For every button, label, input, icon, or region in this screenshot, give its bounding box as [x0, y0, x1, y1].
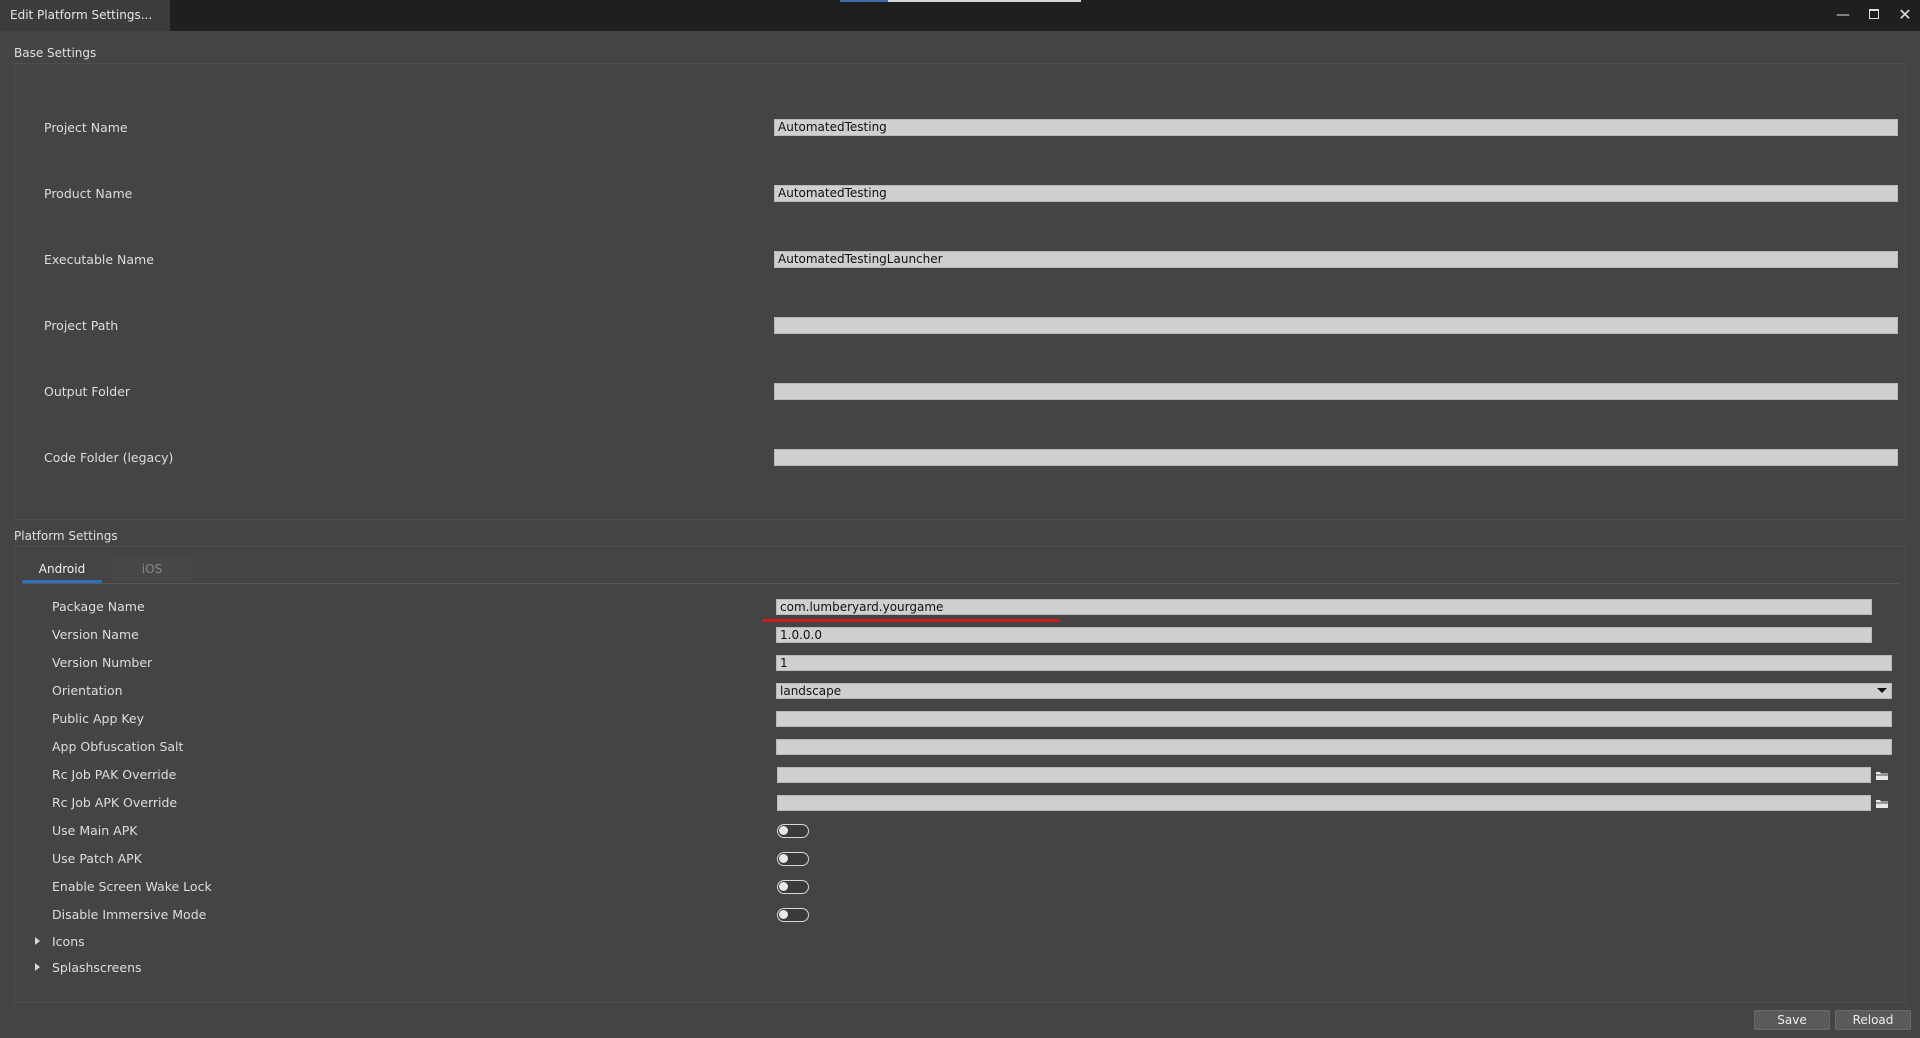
use-main-apk-toggle[interactable] [777, 824, 809, 838]
code-folder-label: Code Folder (legacy) [44, 450, 174, 465]
base-settings-title: Base Settings [14, 46, 97, 60]
base-settings-panel: Project Name AutomatedTesting Product Na… [14, 63, 1906, 520]
rc-job-pak-override-label: Rc Job PAK Override [52, 767, 177, 782]
version-name-field[interactable]: 1.0.0.0 [776, 627, 1872, 643]
executable-name-label: Executable Name [44, 252, 154, 267]
project-name-label: Project Name [44, 120, 128, 135]
code-folder-row: Code Folder (legacy) [15, 448, 1905, 468]
product-name-row: Product Name AutomatedTesting [15, 184, 1905, 204]
version-number-field[interactable]: 1 [776, 655, 1892, 671]
reload-button[interactable]: Reload [1835, 1010, 1911, 1030]
icons-label: Icons [52, 934, 85, 949]
package-name-label: Package Name [52, 599, 145, 614]
title-bar: Edit Platform Settings... — ✕ [0, 0, 1920, 31]
project-path-row: Project Path [15, 316, 1905, 336]
code-folder-field[interactable] [774, 449, 1898, 466]
tab-divider [22, 583, 1899, 584]
app-obfuscation-salt-label: App Obfuscation Salt [52, 739, 184, 754]
tab-ios[interactable]: iOS [112, 557, 192, 581]
title-bar-highlight [888, 0, 1081, 2]
enable-screen-wake-lock-label: Enable Screen Wake Lock [52, 879, 212, 894]
package-name-row: Package Name com.lumberyard.yourgame [15, 597, 1905, 617]
orientation-row: Orientation landscape [15, 681, 1905, 701]
app-obfuscation-salt-field[interactable] [776, 739, 1892, 755]
project-name-row: Project Name AutomatedTesting [15, 118, 1905, 138]
use-main-apk-label: Use Main APK [52, 823, 138, 838]
use-main-apk-row: Use Main APK [15, 821, 1905, 841]
enable-screen-wake-lock-toggle[interactable] [777, 880, 809, 894]
version-number-label: Version Number [52, 655, 153, 670]
rc-job-pak-override-row: Rc Job PAK Override [15, 765, 1905, 785]
public-app-key-row: Public App Key [15, 709, 1905, 729]
disable-immersive-mode-toggle[interactable] [777, 908, 809, 922]
app-obfuscation-salt-row: App Obfuscation Salt [15, 737, 1905, 757]
dropdown-arrow-icon [1877, 688, 1887, 693]
close-icon[interactable]: ✕ [1893, 4, 1917, 26]
version-name-row: Version Name 1.0.0.0 [15, 625, 1905, 645]
platform-settings-panel: Android iOS Package Name com.lumberyard.… [14, 546, 1906, 1003]
tab-android-label: Android [38, 562, 86, 576]
splashscreens-label: Splashscreens [52, 960, 142, 975]
toggle-knob [779, 826, 788, 835]
rc-job-apk-override-row: Rc Job APK Override [15, 793, 1905, 813]
icons-expander[interactable]: Icons [15, 932, 315, 952]
toggle-knob [779, 910, 788, 919]
platform-settings-title: Platform Settings [14, 529, 118, 543]
maximize-icon[interactable] [1862, 4, 1886, 26]
enable-screen-wake-lock-row: Enable Screen Wake Lock [15, 877, 1905, 897]
tab-android[interactable]: Android [22, 557, 102, 583]
product-name-label: Product Name [44, 186, 133, 201]
orientation-select[interactable]: landscape [776, 683, 1892, 699]
orientation-label: Orientation [52, 683, 123, 698]
output-folder-row: Output Folder [15, 382, 1905, 402]
executable-name-row: Executable Name AutomatedTestingLauncher [15, 250, 1905, 270]
splashscreens-expander[interactable]: Splashscreens [15, 958, 315, 978]
output-folder-field[interactable] [774, 383, 1898, 400]
product-name-field[interactable]: AutomatedTesting [774, 185, 1898, 202]
disable-immersive-mode-row: Disable Immersive Mode [15, 905, 1905, 925]
save-button[interactable]: Save [1754, 1010, 1830, 1030]
rc-job-pak-override-field[interactable] [777, 767, 1871, 783]
executable-name-field[interactable]: AutomatedTestingLauncher [774, 251, 1898, 268]
project-name-field[interactable]: AutomatedTesting [774, 119, 1898, 136]
rc-job-apk-override-field[interactable] [777, 795, 1871, 811]
folder-icon[interactable] [1874, 768, 1890, 782]
minimize-icon[interactable]: — [1831, 4, 1855, 26]
public-app-key-field[interactable] [776, 711, 1892, 727]
toggle-knob [779, 854, 788, 863]
project-path-field[interactable] [774, 317, 1898, 334]
version-name-label: Version Name [52, 627, 139, 642]
public-app-key-label: Public App Key [52, 711, 145, 726]
use-patch-apk-toggle[interactable] [777, 852, 809, 866]
output-folder-label: Output Folder [44, 384, 131, 399]
package-name-field[interactable]: com.lumberyard.yourgame [776, 599, 1872, 615]
rc-job-apk-override-label: Rc Job APK Override [52, 795, 178, 810]
use-patch-apk-label: Use Patch APK [52, 851, 142, 866]
orientation-value: landscape [780, 684, 842, 698]
use-patch-apk-row: Use Patch APK [15, 849, 1905, 869]
disable-immersive-mode-label: Disable Immersive Mode [52, 907, 207, 922]
folder-icon[interactable] [1874, 796, 1890, 810]
toggle-knob [779, 882, 788, 891]
expand-triangle-icon [35, 937, 40, 945]
platform-settings-window: Edit Platform Settings... — ✕ Base Setti… [0, 0, 1920, 1038]
annotation-underline [762, 619, 1060, 622]
version-number-row: Version Number 1 [15, 653, 1905, 673]
project-path-label: Project Path [44, 318, 119, 333]
window-title: Edit Platform Settings... [0, 0, 170, 31]
expand-triangle-icon [35, 963, 40, 971]
title-bar-accent [840, 0, 888, 2]
